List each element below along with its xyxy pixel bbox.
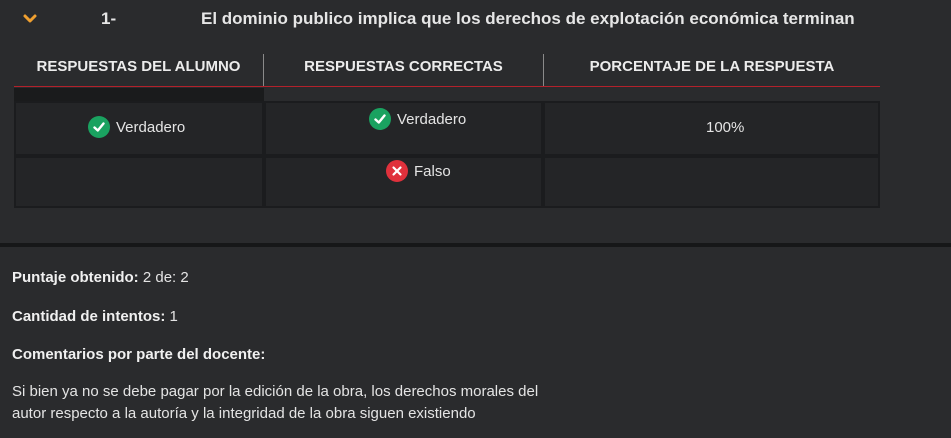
- score-label: Puntaje obtenido:: [12, 269, 139, 286]
- header-answer-percentage: PORCENTAJE DE LA RESPUESTA: [589, 57, 835, 75]
- question-number: 1-: [101, 9, 117, 28]
- score-value: 2 de: 2: [142, 269, 189, 286]
- table-cell-correct: Verdadero: [266, 103, 541, 154]
- header-student-answers: RESPUESTAS DEL ALUMNO: [36, 57, 241, 75]
- x-circle-icon: [386, 160, 408, 182]
- section-divider: [0, 243, 951, 247]
- answer-percentage-text: 100%: [706, 119, 745, 136]
- table-cell-percent: 100%: [545, 103, 878, 154]
- attempts-label: Cantidad de intentos:: [12, 308, 166, 325]
- correct-answer-text: Verdadero: [397, 110, 467, 128]
- table-cell-correct: Falso: [266, 158, 541, 206]
- question-header[interactable]: 1- El dominio publico implica que los de…: [0, 0, 951, 40]
- table-cell-percent: [545, 158, 878, 206]
- teacher-comment: Si bien ya no se debe pagar por la edici…: [12, 381, 632, 425]
- header-active-strip: [14, 88, 264, 101]
- comment-line: autor respecto a la autoría y la integri…: [12, 405, 476, 422]
- header-underline: [14, 86, 880, 87]
- student-answer-text: Verdadero: [116, 118, 186, 136]
- check-circle-icon: [88, 116, 110, 138]
- comments-heading: Comentarios por parte del docente:: [12, 346, 265, 363]
- answers-table: Verdadero Verdadero 100% Falso: [14, 101, 880, 208]
- chevron-down-icon[interactable]: [21, 10, 39, 28]
- attempts-value: 1: [169, 308, 178, 325]
- header-correct-answers: RESPUESTAS CORRECTAS: [304, 57, 503, 75]
- answers-table-header: RESPUESTAS DEL ALUMNO RESPUESTAS CORRECT…: [14, 46, 880, 101]
- comment-line: Si bien ya no se debe pagar por la edici…: [12, 383, 539, 400]
- check-circle-icon: [369, 108, 391, 130]
- correct-answer-text: Falso: [414, 162, 451, 180]
- question-title: El dominio publico implica que los derec…: [201, 9, 855, 28]
- score-line: Puntaje obtenido: 2 de: 2: [12, 269, 189, 286]
- table-cell-student: [16, 158, 262, 206]
- comments-label: Comentarios por parte del docente:: [12, 346, 266, 363]
- attempts-line: Cantidad de intentos: 1: [12, 308, 178, 325]
- table-cell-student: Verdadero: [16, 103, 262, 154]
